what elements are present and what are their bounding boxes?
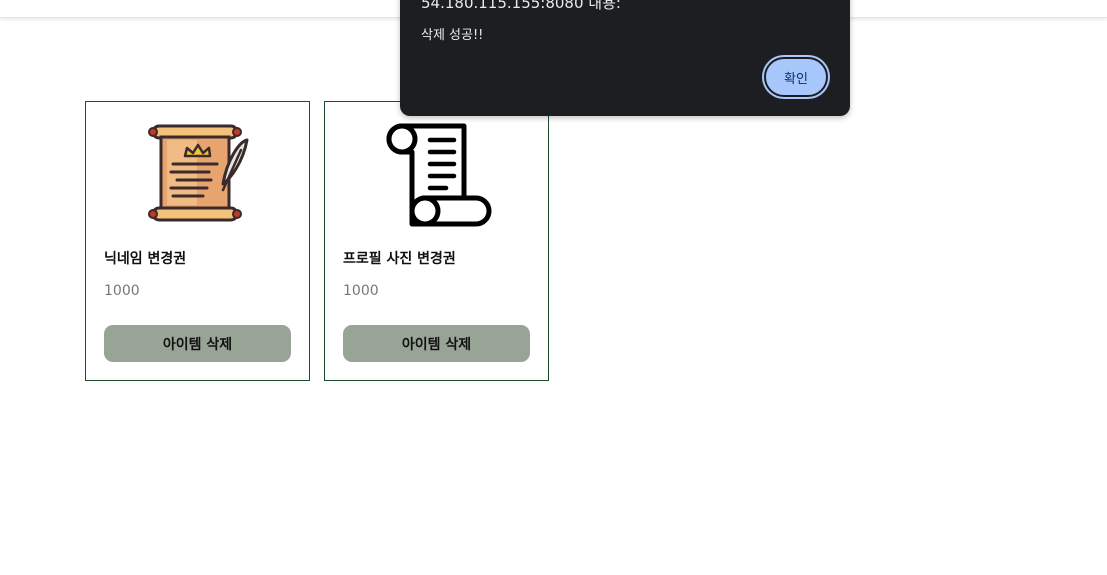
- dialog-message: 삭제 성공!!: [421, 28, 484, 43]
- scroll-quill-icon: [147, 124, 248, 222]
- delete-item-button[interactable]: 아이템 삭제: [343, 325, 530, 362]
- item-name: 프로필 사진 변경권: [343, 251, 456, 267]
- item-image: [325, 120, 548, 230]
- item-card: 프로필 사진 변경권 1000 아이템 삭제: [324, 101, 549, 381]
- alert-dialog: 54.180.115.155:8080 내용: 삭제 성공!! 확인: [400, 0, 850, 116]
- item-name: 닉네임 변경권: [104, 251, 187, 267]
- item-price: 1000: [104, 283, 140, 299]
- ok-button[interactable]: 확인: [764, 57, 828, 97]
- item-image: [86, 120, 309, 230]
- dialog-title: 54.180.115.155:8080 내용:: [421, 0, 621, 12]
- delete-item-button[interactable]: 아이템 삭제: [104, 325, 291, 362]
- item-card: 닉네임 변경권 1000 아이템 삭제: [85, 101, 310, 381]
- item-price: 1000: [343, 283, 379, 299]
- scroll-icon: [386, 123, 491, 227]
